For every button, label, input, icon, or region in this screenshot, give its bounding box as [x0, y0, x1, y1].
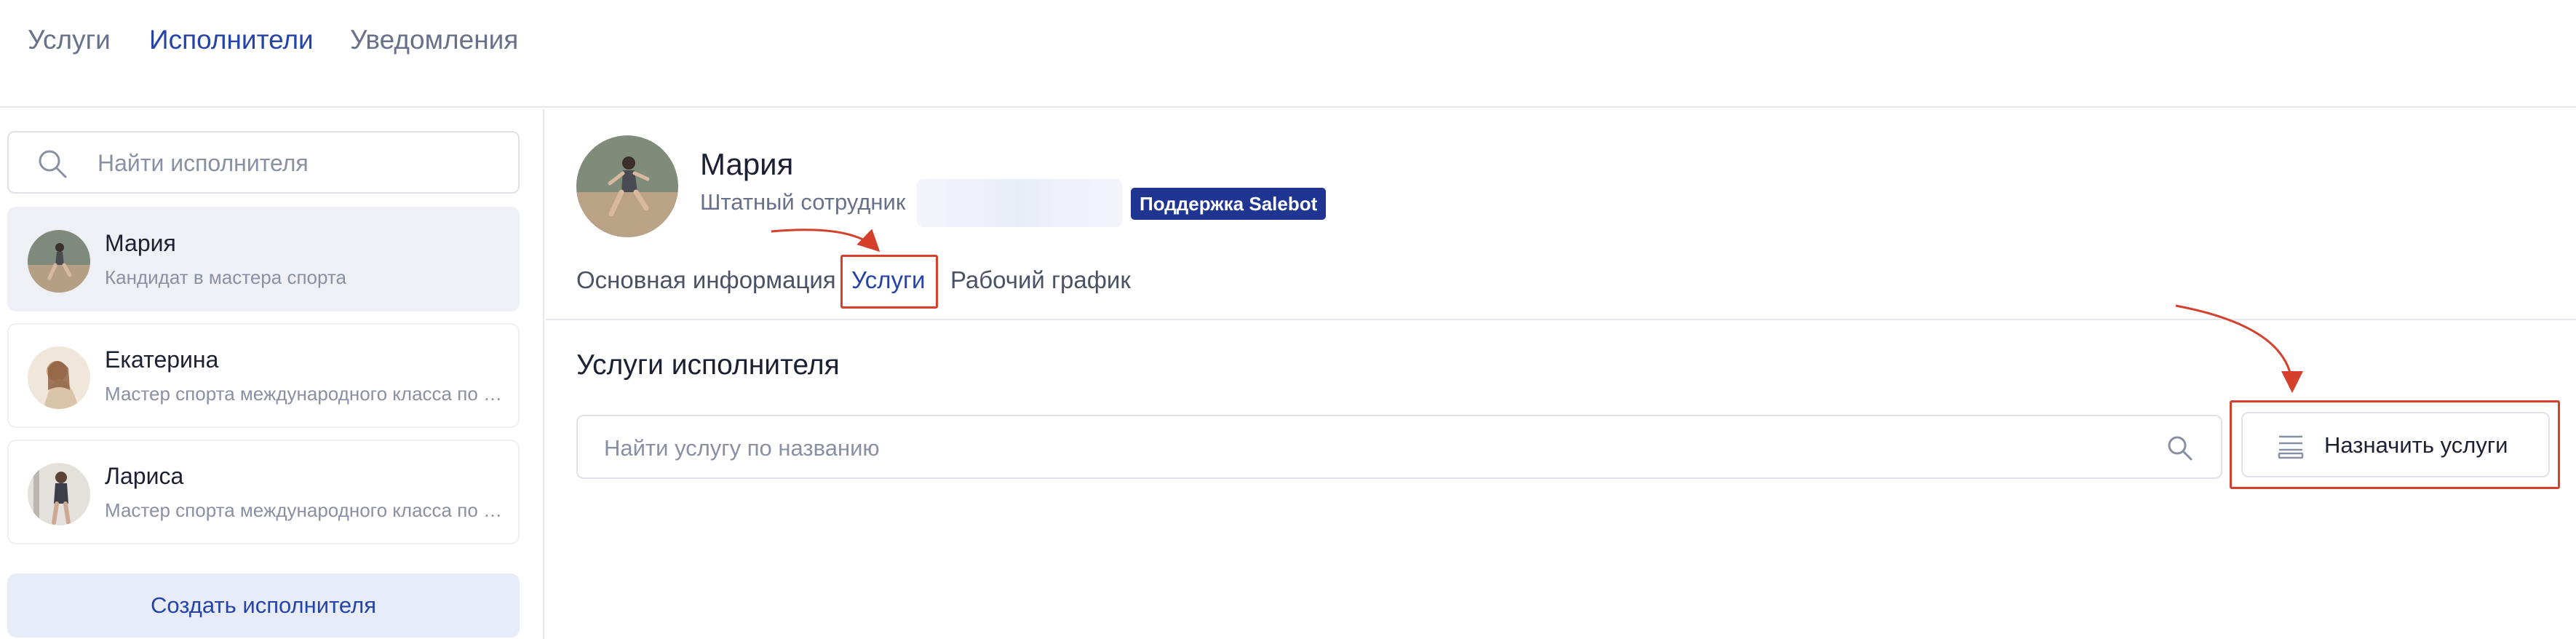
create-performer-button[interactable]: Создать исполнителя: [7, 573, 520, 638]
nav-tab-notifications[interactable]: Уведомления: [350, 25, 518, 55]
avatar: [28, 230, 90, 293]
service-search-input[interactable]: [604, 431, 2147, 466]
assign-services-button[interactable]: Назначить услуги: [2241, 412, 2550, 477]
performers-sidebar: Мария Кандидат в мастера спорта Екатерин…: [0, 109, 544, 639]
avatar: [28, 463, 90, 525]
performer-title: Кандидат в мастера спорта: [105, 266, 346, 288]
performer-search: [7, 131, 520, 194]
avatar: [28, 346, 90, 409]
performer-title: Мастер спорта международного класса по ф…: [105, 499, 504, 521]
performer-name: Екатерина: [105, 346, 219, 373]
assign-services-label: Назначить услуги: [2324, 432, 2508, 458]
search-icon: [2168, 436, 2193, 461]
arrow-to-assign-button: [2175, 304, 2303, 393]
nav-tab-performers[interactable]: Исполнители: [149, 25, 314, 55]
arrow-to-services-tab: [771, 229, 880, 253]
performer-search-input[interactable]: [98, 146, 505, 180]
performer-name: Мария: [105, 230, 176, 256]
performer-card-ekaterina[interactable]: Екатерина Мастер спорта международного к…: [7, 323, 520, 428]
performer-title: Мастер спорта международного класса по х…: [105, 383, 504, 405]
list-icon: [2278, 435, 2304, 459]
search-icon: [39, 150, 67, 178]
section-title: Услуги исполнителя: [576, 349, 840, 381]
nav-tab-services[interactable]: Услуги: [28, 25, 111, 55]
performer-card-maria[interactable]: Мария Кандидат в мастера спорта: [7, 207, 520, 311]
performer-details: Мария Штатный сотрудник Поддержка Salebo…: [546, 109, 2576, 639]
performer-card-larisa[interactable]: Лариса Мастер спорта международного клас…: [7, 440, 520, 544]
service-search: [576, 415, 2222, 479]
top-navigation: Услуги Исполнители Уведомления: [0, 0, 2576, 108]
annotation-arrows: [771, 229, 2303, 393]
performer-name: Лариса: [105, 463, 184, 489]
